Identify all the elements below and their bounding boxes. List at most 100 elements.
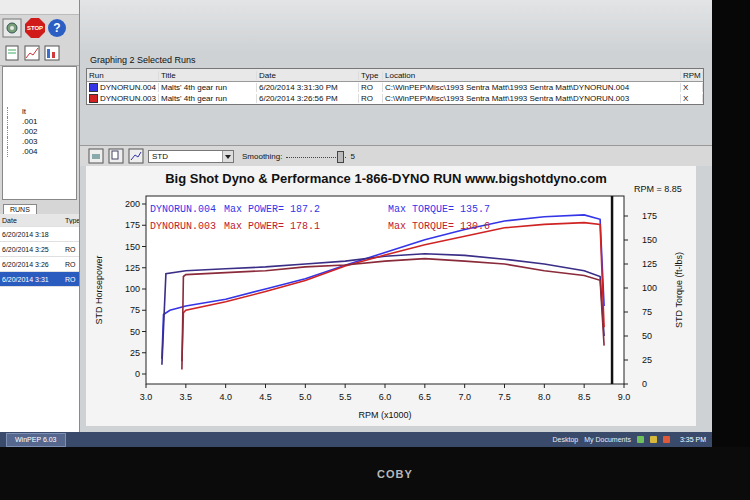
date-cell: 6/20/2014 3:25 (0, 246, 63, 253)
smoothing-value: 5 (350, 152, 354, 161)
smoothing-slider[interactable] (286, 150, 346, 162)
smoothing-label: Smoothing: (242, 152, 282, 161)
x-tick-label: 7.5 (498, 392, 511, 402)
legend-power: DYNORUN.003Max POWER= 178.1 (150, 221, 320, 232)
y-axis-title: STD Horsepower (94, 255, 104, 324)
table-row[interactable]: 6/20/2014 3:31RO (0, 272, 79, 287)
monitor-brand: COBY (377, 468, 413, 480)
tab[interactable]: RUNS (3, 204, 37, 214)
type-cell: RO (359, 94, 383, 103)
taskbar-button[interactable]: WinPEP 6.03 (6, 433, 66, 447)
x-tick-label: 6.5 (419, 392, 432, 402)
table-row[interactable]: 6/20/2014 3:25RO (0, 242, 79, 257)
taskbar-link[interactable]: My Documents (584, 436, 631, 443)
column-header[interactable]: RPM (681, 71, 703, 80)
table-row[interactable]: DYNORUN.003Malts' 4th gear run6/20/2014 … (87, 93, 703, 104)
gear-icon[interactable] (2, 18, 22, 38)
column-header[interactable]: Date (0, 217, 63, 224)
y2-axis-title: STD Torque (ft-lbs) (674, 252, 684, 328)
help-button[interactable]: ? (48, 19, 66, 37)
y2-tick-label: 100 (642, 283, 657, 293)
location-cell: C:\WinPEP\Misc\1993 Sentra Matt\1993 Sen… (383, 83, 681, 92)
monitor-bezel (712, 0, 750, 447)
x-tick-label: 8.0 (538, 392, 551, 402)
tray-icon[interactable] (637, 436, 644, 443)
series-line (162, 215, 604, 359)
taskbar-link[interactable]: Desktop (553, 436, 579, 443)
color-swatch (89, 94, 98, 103)
rpm-cursor[interactable] (611, 196, 614, 384)
date-cell: 6/20/2014 3:18 (0, 231, 63, 238)
y-tick-label: 175 (125, 220, 140, 230)
stop-button[interactable]: STOP (25, 18, 45, 38)
mode-select[interactable]: STD (148, 150, 234, 163)
tab-bar: RUNS (0, 200, 79, 214)
slider-thumb[interactable] (337, 151, 344, 163)
y2-tick-label: 150 (642, 235, 657, 245)
y2-tick-label: 175 (642, 211, 657, 221)
y-tick-label: 25 (130, 348, 140, 358)
type-cell: RO (63, 276, 79, 283)
column-header[interactable]: Location (383, 71, 681, 80)
chart-toolbar: STD Smoothing: 5 (80, 145, 712, 166)
runs-table: RunTitleDateTypeLocationRPM DYNORUN.004Ma… (86, 68, 704, 105)
column-header[interactable]: Run (87, 71, 159, 80)
chart-canvas: Big Shot Dyno & Performance 1-866-DYNO R… (86, 166, 696, 426)
y2-tick-label: 50 (642, 331, 652, 341)
y2-tick-label: 125 (642, 259, 657, 269)
dyno-icon[interactable] (44, 45, 60, 61)
date-cell: 6/20/2014 3:26:56 PM (257, 94, 359, 103)
table-header: DateType (0, 214, 79, 227)
tray-icon[interactable] (663, 436, 670, 443)
window-title: Graphing 2 Selected Runs (80, 52, 712, 68)
legend-torque: Max TORQUE= 135.7 (388, 204, 490, 215)
toolbar-secondary (0, 41, 79, 66)
column-header[interactable]: Date (257, 71, 359, 80)
x-tick-label: 9.0 (618, 392, 631, 402)
chart-title: Big Shot Dyno & Performance 1-866-DYNO R… (165, 171, 607, 186)
y-tick-label: 200 (125, 199, 140, 209)
location-cell: C:\WinPEP\Misc\1993 Sentra Matt\1993 Sen… (383, 94, 681, 103)
tree-item[interactable]: .002 (7, 127, 76, 137)
copy-icon[interactable] (108, 148, 124, 164)
y-tick-label: 100 (125, 284, 140, 294)
print-icon[interactable] (88, 148, 104, 164)
date-cell: 6/20/2014 3:31:30 PM (257, 83, 359, 92)
table-row[interactable]: DYNORUN.004Malts' 4th gear run6/20/2014 … (87, 82, 703, 93)
column-header[interactable]: Type (63, 217, 79, 224)
clock: 3:35 PM (680, 436, 706, 443)
tree-item[interactable]: .003 (7, 137, 76, 147)
y2-tick-label: 75 (642, 307, 652, 317)
column-header[interactable]: Type (359, 71, 383, 80)
tree-item[interactable]: lt (7, 107, 76, 117)
legend-torque: Max TORQUE= 130.6 (388, 221, 490, 232)
y-tick-label: 50 (130, 327, 140, 337)
x-tick-label: 4.0 (219, 392, 232, 402)
file-tree: lt.001.002.003.004 (2, 66, 77, 200)
y-tick-label: 125 (125, 263, 140, 273)
taskbar: WinPEP 6.03 Desktop My Documents 3:35 PM (0, 432, 712, 447)
x-tick-label: 5.5 (339, 392, 352, 402)
page-icon[interactable] (4, 45, 20, 61)
rpm-cell: X (681, 83, 703, 92)
table-row[interactable]: 6/20/2014 3:26RO (0, 257, 79, 272)
graph-window: Graphing 2 Selected RunsRunTitleDateType… (80, 0, 712, 432)
x-tick-label: 4.5 (259, 392, 272, 402)
y-tick-label: 75 (130, 305, 140, 315)
runs-list: DateType6/20/2014 3:186/20/2014 3:25RO6/… (0, 214, 79, 432)
dyno-chart: Big Shot Dyno & Performance 1-866-DYNO R… (86, 166, 696, 426)
column-header[interactable]: Title (159, 71, 257, 80)
x-tick-label: 8.5 (578, 392, 591, 402)
table-row[interactable]: 6/20/2014 3:18 (0, 227, 79, 242)
date-cell: 6/20/2014 3:26 (0, 261, 63, 268)
chart-icon[interactable] (24, 45, 40, 61)
tray-icon[interactable] (650, 436, 657, 443)
tree-item[interactable]: .001 (7, 117, 76, 127)
plot-area (146, 196, 624, 384)
y-tick-label: 150 (125, 242, 140, 252)
title-cell: Malts' 4th gear run (159, 83, 257, 92)
graph-icon[interactable] (128, 148, 144, 164)
tree-item[interactable]: .004 (7, 147, 76, 157)
x-tick-label: 5.0 (299, 392, 312, 402)
series-line (182, 223, 604, 362)
